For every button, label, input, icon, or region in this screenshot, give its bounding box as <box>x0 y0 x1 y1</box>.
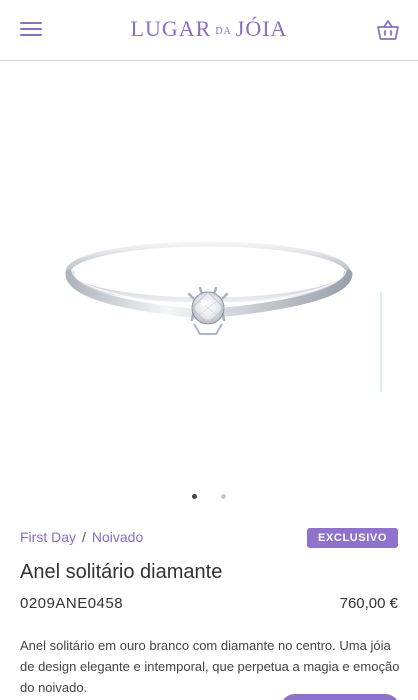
gallery-pagination[interactable] <box>0 494 418 502</box>
product-image-gallery[interactable] <box>0 62 418 482</box>
shopping-basket-icon[interactable] <box>376 18 400 42</box>
product-description: Anel solitário em ouro branco com diaman… <box>20 638 400 695</box>
breadcrumb: First Day / Noivado <box>20 529 143 545</box>
breadcrumb-noivado[interactable]: Noivado <box>92 529 143 545</box>
product-price: 760,00 € <box>339 595 398 612</box>
breadcrumb-first-day[interactable]: First Day <box>20 529 76 545</box>
breadcrumb-separator: / <box>82 529 86 545</box>
gallery-dot-2[interactable] <box>221 494 226 499</box>
gallery-dot-1[interactable] <box>192 494 197 499</box>
logo-word-lugar: LUGAR <box>130 16 212 41</box>
logo-word-da: DA <box>215 26 232 37</box>
ring-image <box>65 241 353 335</box>
top-header: LUGAR DA JÓIA <box>0 0 418 61</box>
gallery-edge-accent <box>380 292 382 392</box>
logo-word-joia: JÓIA <box>235 16 288 41</box>
product-title: Anel solitário diamante <box>20 561 223 583</box>
add-to-cart-button[interactable] <box>280 694 400 700</box>
product-sku: 0209ANE0458 <box>20 595 124 612</box>
exclusive-badge: EXCLUSIVO <box>307 528 398 548</box>
site-logo[interactable]: LUGAR DA JÓIA <box>0 16 418 42</box>
